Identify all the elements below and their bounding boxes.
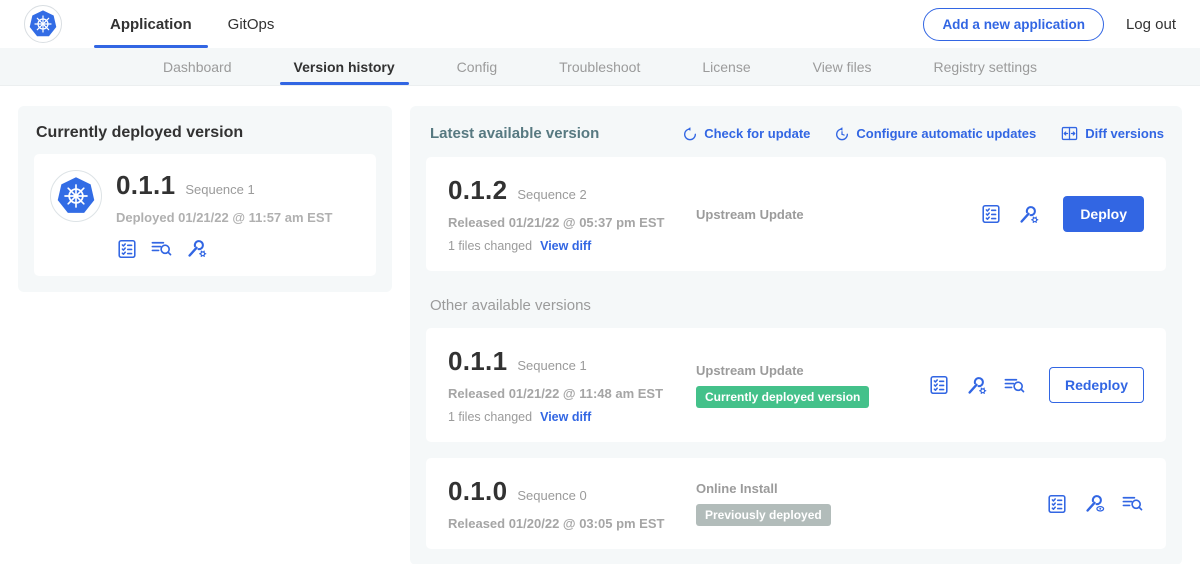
preflight-checks-icon[interactable]: [928, 374, 950, 396]
check-for-update-label: Check for update: [704, 126, 810, 141]
app-logo[interactable]: [24, 5, 62, 43]
files-changed-label: 1 files changed: [448, 239, 532, 253]
deployed-timestamp: Deployed 01/21/22 @ 11:57 am EST: [116, 210, 332, 225]
app-subnav: Dashboard Version history Config Trouble…: [0, 48, 1200, 86]
main-content: Currently deployed version 0.1.1 Sequenc…: [0, 86, 1200, 564]
released-timestamp: Released 01/20/22 @ 03:05 pm EST: [448, 516, 696, 531]
version-actions-right: Redeploy: [928, 367, 1144, 403]
version-card-0-1-0: 0.1.0 Sequence 0 Released 01/20/22 @ 03:…: [426, 458, 1166, 549]
latest-available-title: Latest available version: [430, 125, 599, 142]
source-label: Upstream Update: [696, 363, 804, 378]
currently-deployed-badge: Currently deployed version: [696, 386, 869, 408]
top-right-actions: Add a new application Log out: [923, 8, 1180, 41]
version-card-0-1-1: 0.1.1 Sequence 1 Released 01/21/22 @ 11:…: [426, 328, 1166, 442]
schedule-icon: [834, 126, 850, 142]
subnav-tab-version-history[interactable]: Version history: [294, 48, 395, 85]
other-versions-title: Other available versions: [430, 297, 1164, 314]
kubernetes-logo-icon: [54, 174, 98, 218]
edit-config-icon[interactable]: [185, 237, 208, 260]
source-label: Online Install: [696, 481, 778, 496]
edit-config-icon[interactable]: [965, 374, 988, 397]
logout-button[interactable]: Log out: [1126, 16, 1180, 33]
subnav-tab-dashboard[interactable]: Dashboard: [163, 48, 232, 85]
version-info: 0.1.0 Sequence 0 Released 01/20/22 @ 03:…: [448, 476, 696, 531]
subnav-tab-version-history-label: Version history: [294, 59, 395, 75]
subnav-tab-config-label: Config: [457, 59, 497, 75]
subnav-tab-registry-settings-label: Registry settings: [934, 59, 1037, 75]
deployed-app-logo: [50, 170, 102, 222]
subnav-tab-registry-settings[interactable]: Registry settings: [934, 48, 1037, 85]
released-timestamp: Released 01/21/22 @ 05:37 pm EST: [448, 215, 696, 230]
top-navbar: Application GitOps Add a new application…: [0, 0, 1200, 48]
deployed-version-number: 0.1.1: [116, 170, 175, 201]
released-timestamp: Released 01/21/22 @ 11:48 am EST: [448, 386, 696, 401]
subnav-tab-license-label: License: [702, 59, 750, 75]
available-versions-panel: Latest available version Check for updat…: [410, 106, 1182, 564]
deployed-version-info: 0.1.1 Sequence 1 Deployed 01/21/22 @ 11:…: [116, 170, 332, 260]
subnav-tab-troubleshoot[interactable]: Troubleshoot: [559, 48, 640, 85]
refresh-icon: [682, 126, 698, 142]
deploy-button[interactable]: Deploy: [1063, 196, 1144, 232]
version-actions-right: Deploy: [980, 196, 1144, 232]
view-diff-link[interactable]: View diff: [540, 239, 591, 253]
preflight-checks-icon[interactable]: [1046, 493, 1068, 515]
diff-versions-link[interactable]: Diff versions: [1060, 124, 1164, 143]
source-label: Upstream Update: [696, 207, 804, 222]
version-source: Upstream Update: [696, 207, 980, 222]
deploy-logs-icon[interactable]: [1003, 374, 1026, 397]
subnav-tab-troubleshoot-label: Troubleshoot: [559, 59, 640, 75]
edit-config-icon[interactable]: [1017, 203, 1040, 226]
tab-gitops[interactable]: GitOps: [210, 0, 293, 48]
tab-application-label: Application: [110, 16, 192, 33]
check-for-update-link[interactable]: Check for update: [682, 126, 810, 142]
redeploy-button[interactable]: Redeploy: [1049, 367, 1144, 403]
version-source: Upstream Update Currently deployed versi…: [696, 363, 928, 408]
subnav-tab-view-files-label: View files: [813, 59, 872, 75]
diff-icon: [1060, 124, 1079, 143]
version-actions: Check for update Configure automatic upd…: [682, 124, 1164, 143]
tab-gitops-label: GitOps: [228, 16, 275, 33]
view-diff-link[interactable]: View diff: [540, 410, 591, 424]
tab-application[interactable]: Application: [92, 0, 210, 48]
sequence-label: Sequence 0: [517, 488, 586, 503]
currently-deployed-panel: Currently deployed version 0.1.1 Sequenc…: [18, 106, 392, 292]
configure-automatic-updates-link[interactable]: Configure automatic updates: [834, 126, 1036, 142]
deploy-logs-icon[interactable]: [1121, 492, 1144, 515]
version-info: 0.1.1 Sequence 1 Released 01/21/22 @ 11:…: [448, 346, 696, 424]
view-config-icon[interactable]: [1083, 492, 1106, 515]
diff-versions-label: Diff versions: [1085, 126, 1164, 141]
add-application-button[interactable]: Add a new application: [923, 8, 1104, 41]
version-number: 0.1.0: [448, 476, 507, 507]
subnav-tab-config[interactable]: Config: [457, 48, 497, 85]
sequence-label: Sequence 2: [517, 187, 586, 202]
version-number: 0.1.1: [448, 346, 507, 377]
files-changed-label: 1 files changed: [448, 410, 532, 424]
kubernetes-logo-icon: [27, 8, 59, 40]
deploy-logs-icon[interactable]: [150, 237, 173, 260]
version-card-0-1-2: 0.1.2 Sequence 2 Released 01/21/22 @ 05:…: [426, 157, 1166, 271]
previously-deployed-badge: Previously deployed: [696, 504, 831, 526]
available-panel-header: Latest available version Check for updat…: [430, 124, 1164, 143]
version-info: 0.1.2 Sequence 2 Released 01/21/22 @ 05:…: [448, 175, 696, 253]
deployed-version-card: 0.1.1 Sequence 1 Deployed 01/21/22 @ 11:…: [34, 154, 376, 276]
deployed-panel-title: Currently deployed version: [36, 124, 376, 142]
version-actions-right: [1046, 492, 1144, 515]
deployed-sequence-label: Sequence 1: [185, 182, 254, 197]
configure-automatic-updates-label: Configure automatic updates: [856, 126, 1036, 141]
version-number: 0.1.2: [448, 175, 507, 206]
subnav-tab-dashboard-label: Dashboard: [163, 59, 232, 75]
subnav-tab-view-files[interactable]: View files: [813, 48, 872, 85]
top-tabs: Application GitOps: [92, 0, 292, 48]
version-source: Online Install Previously deployed: [696, 481, 1046, 526]
preflight-checks-icon[interactable]: [980, 203, 1002, 225]
sequence-label: Sequence 1: [517, 358, 586, 373]
subnav-tab-license[interactable]: License: [702, 48, 750, 85]
preflight-checks-icon[interactable]: [116, 238, 138, 260]
